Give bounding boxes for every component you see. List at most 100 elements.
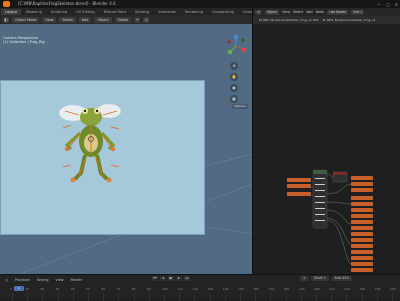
current-frame-field[interactable]: 1 <box>300 276 309 281</box>
marker-menu[interactable]: Marker <box>69 278 85 283</box>
object-menu[interactable]: Object <box>94 16 112 23</box>
texture-nodes <box>351 176 373 272</box>
viewport-header: ◧ Object Mode View Select Add Object Glo… <box>0 15 252 24</box>
close-icon[interactable]: ✕ <box>395 2 398 7</box>
breadcrumb: M_NEO_BodyAnimeShader_Frog_v1.001 M_NEO_… <box>253 16 400 24</box>
timeline-tick-label: 30 <box>55 287 60 291</box>
select-menu[interactable]: Select <box>59 16 76 23</box>
3d-viewport[interactable]: Camera Perspective (1) Collection | Frog… <box>0 24 252 274</box>
pan-hand-icon[interactable]: ✋ <box>230 73 238 81</box>
tab-texture-paint[interactable]: Texture Paint <box>99 9 130 15</box>
play-icon[interactable]: ▶ <box>168 276 174 281</box>
timeline-tick-label: 140 <box>222 287 229 291</box>
camera-icon[interactable]: ◉ <box>230 84 238 92</box>
next-key-icon[interactable]: ▸ <box>176 276 182 281</box>
window-controls: — ▢ ✕ <box>377 0 398 8</box>
blender-logo-icon <box>3 1 10 7</box>
prev-key-icon[interactable]: ◂ <box>160 276 166 281</box>
timeline-tick-label: 20 <box>40 287 45 291</box>
playback-menu[interactable]: Playback <box>13 278 32 283</box>
start-label: Start <box>314 276 323 280</box>
shader-editor-menubar: ◔ Object View Select Add Node Use Nodes … <box>253 8 400 16</box>
tab-sculpting[interactable]: Sculpting <box>47 9 71 15</box>
editor-type-icon[interactable]: ◷ <box>3 278 10 283</box>
add-menu[interactable]: Add <box>306 10 312 14</box>
timeline-tick-label: 240 <box>374 287 381 291</box>
material-slot-select[interactable]: Slot 1 <box>351 9 365 15</box>
snap-icon[interactable]: ⌖ <box>134 16 141 23</box>
maximize-icon[interactable]: ▢ <box>386 2 390 7</box>
tab-compositing[interactable]: Compositing <box>208 9 238 15</box>
node-editor-canvas[interactable] <box>253 24 400 274</box>
timeline-tick-label: 170 <box>268 287 275 291</box>
tab-uv-editing[interactable]: UV Editing <box>72 9 98 15</box>
breadcrumb-item[interactable]: M_NEO_BodyAnimeShader_Frog_v1.001 <box>259 18 319 22</box>
group-node <box>312 169 328 229</box>
add-menu[interactable]: Add <box>78 16 92 23</box>
tab-layout[interactable]: Layout <box>1 8 21 15</box>
frame-range: 1 Start 1 End 250 <box>300 276 352 281</box>
window-title: [C:\MB\RaptilesFrogSkeleton.blend] - Ble… <box>18 1 116 6</box>
playhead[interactable]: 1 <box>14 286 24 291</box>
end-value: 250 <box>342 276 349 280</box>
timeline-tick-label: 160 <box>253 287 259 291</box>
viewport-navigation-tools: ⊕ ✋ ◉ ▦ <box>230 62 238 103</box>
timeline-tick-label: 100 <box>162 287 168 291</box>
minimize-icon[interactable]: — <box>377 2 381 7</box>
timeline-tick-label: 110 <box>177 287 183 291</box>
view-collection: (1) Collection | Frog_Rig <box>3 40 45 44</box>
editor-type-icon[interactable]: ◔ <box>255 9 262 15</box>
view-menu[interactable]: View <box>42 16 57 23</box>
tab-modeling[interactable]: Modeling <box>22 9 46 15</box>
timeline-tick-label: 210 <box>329 287 335 291</box>
camera-frame <box>0 80 205 235</box>
timeline-tick-label: 230 <box>359 287 366 291</box>
select-menu[interactable]: Select <box>293 10 303 14</box>
mode-select[interactable]: Object Mode <box>12 16 40 23</box>
timeline-tick-label: 10 <box>25 287 30 291</box>
perspective-grid-icon[interactable]: ▦ <box>230 95 238 103</box>
timeline-tick-label: 40 <box>70 287 75 291</box>
proportional-edit-icon[interactable]: ◎ <box>143 16 150 23</box>
tab-geometry-nodes[interactable]: Geometry Nodes <box>239 9 252 15</box>
node-graph <box>287 169 373 272</box>
workspace-tabs: Layout Modeling Sculpting UV Editing Texture… <box>0 8 252 15</box>
timeline-tick-label: 150 <box>238 287 244 291</box>
timeline-tick-label: 250 <box>390 287 396 291</box>
tab-rendering[interactable]: Rendering <box>181 9 207 15</box>
timeline-tick-label: 90 <box>146 287 151 291</box>
timeline-tick-label: 0 <box>10 287 12 291</box>
timeline: ◷ Playback Keying View Marker ⏮ ◂ ▶ ▸ ⏭ … <box>0 274 400 301</box>
breadcrumb-item[interactable]: M_NEO_BodyAnimeShader_Frog_v1 <box>323 18 376 22</box>
timeline-tick-label: 80 <box>131 287 136 291</box>
tab-shading[interactable]: Shading <box>131 9 153 15</box>
shader-editor-header: ◔ Object View Select Add Node Use Nodes … <box>253 8 400 24</box>
timeline-tick-label: 50 <box>86 287 90 291</box>
navigation-gizmo-icon[interactable] <box>224 34 248 58</box>
timeline-tick-label: 220 <box>344 287 351 291</box>
keying-menu[interactable]: Keying <box>35 278 50 283</box>
jump-start-icon[interactable]: ⏮ <box>152 276 158 281</box>
start-frame-field[interactable]: Start 1 <box>311 276 329 281</box>
timeline-tick-label: 200 <box>314 287 320 291</box>
timeline-ruler[interactable]: 0 10 20 30 40 50 60 70 80 90 100 110 120 130 140 150 160… <box>0 286 400 301</box>
zoom-icon[interactable]: ⊕ <box>230 62 238 70</box>
end-frame-field[interactable]: End 250 <box>331 276 352 281</box>
jump-end-icon[interactable]: ⏭ <box>184 276 190 281</box>
view-menu[interactable]: View <box>54 278 66 283</box>
tab-animation[interactable]: Animation <box>154 9 180 15</box>
sidebar-tab-options[interactable]: Options <box>232 104 248 109</box>
timeline-tick-label: 190 <box>298 287 305 291</box>
use-nodes-toggle[interactable]: Use Nodes <box>327 9 349 15</box>
transform-orientation[interactable]: Global <box>114 16 132 23</box>
object-select[interactable]: Object <box>264 9 280 15</box>
title-bar: [C:\MB\RaptilesFrogSkeleton.blend] - Ble… <box>0 0 400 8</box>
timeline-tick-label: 180 <box>283 287 290 291</box>
node-menu[interactable]: Node <box>316 10 325 14</box>
playback-controls: ⏮ ◂ ▶ ▸ ⏭ <box>152 276 190 281</box>
viewport-overlay-text: Camera Perspective (1) Collection | Frog… <box>3 36 45 44</box>
view-menu[interactable]: View <box>282 10 290 14</box>
frog-character[interactable] <box>1 81 206 236</box>
timeline-tick-label: 60 <box>101 287 106 291</box>
editor-type-icon[interactable]: ◧ <box>3 16 9 23</box>
